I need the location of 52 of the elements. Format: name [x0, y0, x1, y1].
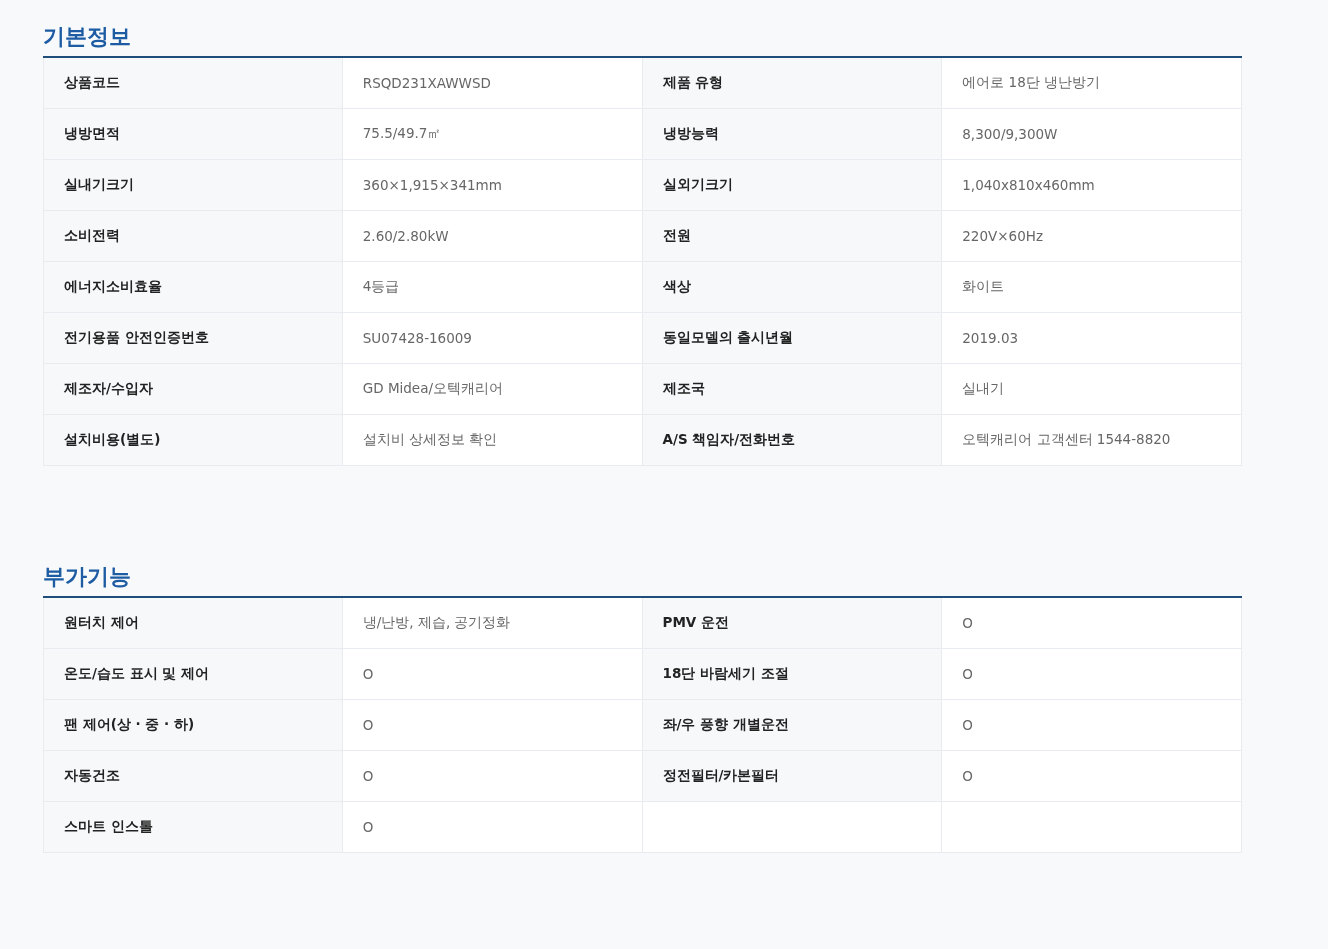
table-header-cell: 제품 유형: [642, 58, 943, 109]
table-cell: O: [342, 700, 643, 751]
table-cell: 화이트: [942, 262, 1242, 313]
table-header-cell: 제조국: [642, 364, 943, 415]
table-cell: 설치비 상세정보 확인: [342, 415, 643, 466]
table-cell: 360×1,915×341mm: [342, 160, 643, 211]
table-cell: O: [942, 700, 1242, 751]
table-header-cell: 온도/습도 표시 및 제어: [43, 649, 343, 700]
table-cell: O: [942, 649, 1242, 700]
table-cell: 75.5/49.7㎡: [342, 109, 643, 160]
table-header-cell: 색상: [642, 262, 943, 313]
table-header-cell: 좌/우 풍향 개별운전: [642, 700, 943, 751]
table-cell: 에어로 18단 냉난방기: [942, 58, 1242, 109]
table-header-cell: 실외기크기: [642, 160, 943, 211]
table-cell: 8,300/9,300W: [942, 109, 1242, 160]
table-cell: 2.60/2.80kW: [342, 211, 643, 262]
table-cell: O: [342, 649, 643, 700]
section-title: 부가기능: [43, 563, 132, 591]
table-cell: 1,040x810x460mm: [942, 160, 1242, 211]
table-cell: O: [342, 751, 643, 802]
table-header-cell: 전원: [642, 211, 943, 262]
section-title: 기본정보: [43, 23, 132, 51]
table-cell: RSQD231XAWWSD: [342, 58, 643, 109]
table-header-cell: 소비전력: [43, 211, 343, 262]
table-header-cell: PMV 운전: [642, 598, 943, 649]
table-cell: SU07428-16009: [342, 313, 643, 364]
table-cell: 4등급: [342, 262, 643, 313]
table-cell: 냉/난방, 제습, 공기정화: [342, 598, 643, 649]
table-cell: O: [942, 751, 1242, 802]
table-header-cell: 동일모델의 출시년월: [642, 313, 943, 364]
table-header-cell: 전기용품 안전인증번호: [43, 313, 343, 364]
table-cell: O: [342, 802, 643, 853]
table-cell: 2019.03: [942, 313, 1242, 364]
table-header-cell: 스마트 인스톨: [43, 802, 343, 853]
table-cell: 오텍캐리어 고객센터 1544-8820: [942, 415, 1242, 466]
table-header-cell: 팬 제어(상 · 중 · 하): [43, 700, 343, 751]
table-header-cell: 냉방면적: [43, 109, 343, 160]
table-cell: O: [942, 598, 1242, 649]
table-cell: 220V×60Hz: [942, 211, 1242, 262]
table-cell: 실내기: [942, 364, 1242, 415]
table-header-cell: 원터치 제어: [43, 598, 343, 649]
table-header-cell: 상품코드: [43, 58, 343, 109]
table-header-cell: 설치비용(별도): [43, 415, 343, 466]
table-header-cell: 정전필터/카본필터: [642, 751, 943, 802]
table-header-cell: 에너지소비효율: [43, 262, 343, 313]
table-header-cell: 18단 바람세기 조절: [642, 649, 943, 700]
table-cell: GD Midea/오텍캐리어: [342, 364, 643, 415]
table-header-cell: 실내기크기: [43, 160, 343, 211]
table-header-cell: 자동건조: [43, 751, 343, 802]
table-header-cell: A/S 책임자/전화번호: [642, 415, 943, 466]
table-header-cell: 제조자/수입자: [43, 364, 343, 415]
table-header-cell: 냉방능력: [642, 109, 943, 160]
